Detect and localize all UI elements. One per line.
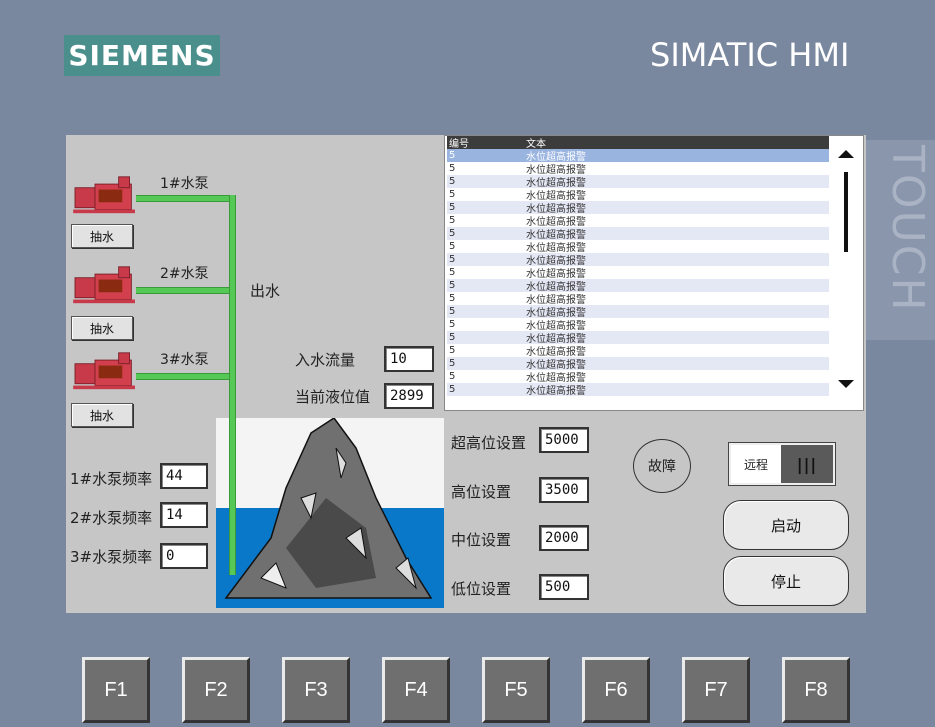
alarm-row-number: 5	[449, 319, 456, 330]
freq-1-label: 1#水泵频率	[70, 470, 153, 488]
alarm-row-number: 5	[449, 150, 456, 161]
alarm-row-number: 5	[449, 202, 456, 213]
setting-mid-field[interactable]: 2000	[539, 525, 589, 551]
setting-overhigh-label: 超高位设置	[451, 434, 527, 452]
f6-key[interactable]: F6	[582, 657, 650, 723]
remote-label: 远程	[731, 445, 781, 483]
pump-1-pump-button[interactable]: 抽水	[71, 224, 133, 248]
freq-2-field[interactable]: 14	[160, 502, 208, 528]
alarm-row-number: 5	[449, 176, 456, 187]
f2-key[interactable]: F2	[182, 657, 250, 723]
f4-key[interactable]: F4	[382, 657, 450, 723]
pump-2-icon	[73, 266, 135, 304]
pump-1-label: 1#水泵	[160, 176, 209, 192]
setting-high-field[interactable]: 3500	[539, 477, 589, 503]
alarm-row-number: 5	[449, 371, 456, 382]
outlet-label: 出水	[250, 282, 281, 300]
pump-3-pump-button[interactable]: 抽水	[71, 403, 133, 427]
start-button[interactable]: 启动	[723, 500, 849, 550]
stop-button[interactable]: 停止	[723, 556, 849, 606]
alarm-row-number: 5	[449, 189, 456, 200]
alarm-list[interactable]: 编号 文本 5 水位超高报警 5 水位超高报警 5 水位超高报警 5 水位超高报警 5 水位超高报…	[447, 136, 829, 398]
alarm-row-number: 5	[449, 280, 456, 291]
alarm-row-number: 5	[449, 293, 456, 304]
alarm-row[interactable]: 5 水位超高报警	[447, 383, 829, 397]
alarm-row-number: 5	[449, 254, 456, 265]
pump-2-label: 2#水泵	[160, 266, 209, 282]
inflow-label: 入水流量	[295, 351, 356, 369]
pump-1-icon	[73, 176, 135, 214]
setting-mid-label: 中位设置	[451, 531, 512, 549]
alarm-row-number: 5	[449, 228, 456, 239]
scroll-thumb	[844, 172, 848, 252]
f3-key[interactable]: F3	[282, 657, 350, 723]
alarm-view[interactable]: 编号 文本 5 水位超高报警 5 水位超高报警 5 水位超高报警 5 水位超高报警 5 水位超高报…	[444, 135, 864, 411]
fault-button[interactable]: 故障	[633, 439, 691, 493]
alarm-row-number: 5	[449, 306, 456, 317]
alarm-row-text: 水位超高报警	[526, 386, 586, 397]
level-field: 2899	[384, 383, 434, 409]
setting-overhigh-field[interactable]: 5000	[539, 427, 589, 453]
freq-1-field[interactable]: 44	[160, 463, 208, 489]
alarm-row-number: 5	[449, 358, 456, 369]
alarm-header-number: 编号	[449, 139, 469, 150]
pipe-2	[136, 287, 234, 294]
alarm-row-number: 5	[449, 332, 456, 343]
pump-2-pump-button[interactable]: 抽水	[71, 316, 133, 340]
f1-key[interactable]: F1	[82, 657, 150, 723]
pipe-1	[136, 195, 234, 202]
alarm-row-number: 5	[449, 267, 456, 278]
touch-label: TOUCH	[882, 145, 933, 313]
pump-3-icon	[73, 352, 135, 390]
alarm-row-number: 5	[449, 215, 456, 226]
siemens-logo: SIEMENS	[64, 35, 220, 76]
freq-2-label: 2#水泵频率	[70, 509, 153, 527]
simatic-hmi-label: SIMATIC HMI	[650, 36, 850, 74]
freq-3-field[interactable]: 0	[160, 543, 208, 569]
remote-toggle[interactable]: 远程 |||	[728, 442, 836, 486]
mountain-icon	[224, 418, 433, 599]
scroll-down-icon	[838, 380, 854, 388]
f8-key[interactable]: F8	[782, 657, 850, 723]
alarm-row-number: 5	[449, 163, 456, 174]
f5-key[interactable]: F5	[482, 657, 550, 723]
alarm-row-number: 5	[449, 345, 456, 356]
setting-low-label: 低位设置	[451, 580, 512, 598]
pump-3-label: 3#水泵	[160, 352, 209, 368]
pipe-3	[136, 373, 234, 380]
hmi-screen: 1#水泵 抽水 2#水泵 抽水 3#水泵 抽水 出水 入水流量 10 当前液位值…	[66, 135, 866, 613]
alarm-row-number: 5	[449, 384, 456, 395]
f7-key[interactable]: F7	[682, 657, 750, 723]
alarm-scrollbar[interactable]	[829, 136, 863, 398]
setting-low-field[interactable]: 500	[539, 574, 589, 600]
alarm-row-number: 5	[449, 241, 456, 252]
inflow-field[interactable]: 10	[384, 346, 434, 372]
freq-3-label: 3#水泵频率	[70, 548, 153, 566]
main-pipe-tank	[229, 418, 236, 575]
water-tank	[216, 418, 444, 608]
level-label: 当前液位值	[295, 388, 371, 406]
toggle-grip-icon: |||	[781, 445, 833, 483]
scroll-up-icon	[838, 150, 854, 158]
setting-high-label: 高位设置	[451, 483, 512, 501]
